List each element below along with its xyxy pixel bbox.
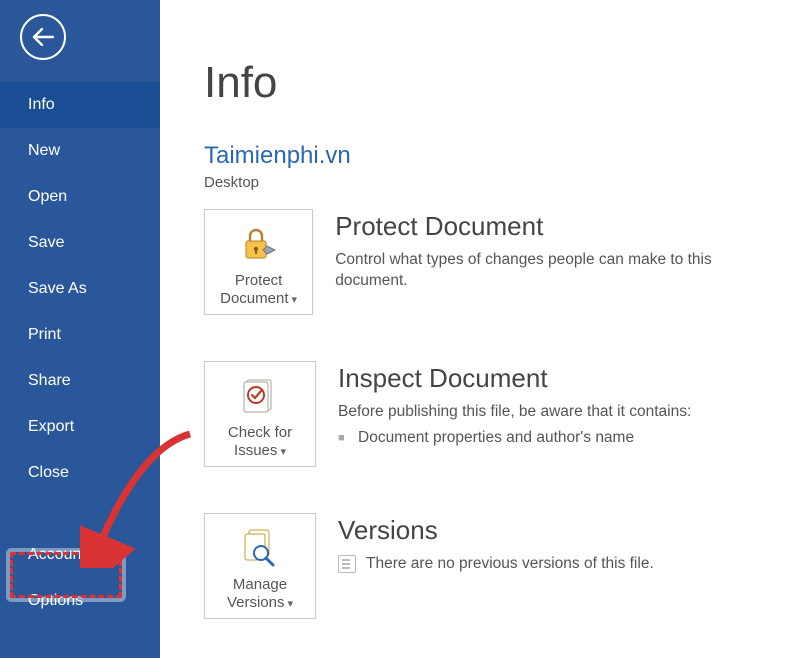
page-title: Info bbox=[204, 58, 776, 108]
inspect-section: Check forIssues Inspect Document Before … bbox=[204, 361, 776, 467]
inspect-description: Before publishing this file, be aware th… bbox=[338, 402, 691, 423]
tile-label-line2: Issues bbox=[234, 442, 286, 459]
checklist-icon bbox=[240, 376, 280, 416]
tile-label-line1: Protect bbox=[235, 272, 283, 289]
back-button[interactable] bbox=[20, 14, 66, 60]
sidebar-item-info[interactable]: Info bbox=[0, 82, 160, 128]
sidebar-item-label: Close bbox=[28, 464, 69, 481]
versions-heading: Versions bbox=[338, 515, 654, 546]
protect-description: Control what types of changes people can… bbox=[335, 250, 776, 292]
protect-section: ProtectDocument Protect Document Control… bbox=[204, 209, 776, 315]
sidebar-item-share[interactable]: Share bbox=[0, 358, 160, 404]
sidebar-item-label: Save As bbox=[28, 280, 87, 297]
inspect-bullets: Document properties and author's name bbox=[338, 429, 691, 447]
sidebar-item-label: Print bbox=[28, 326, 61, 343]
tile-label-line2: Versions bbox=[227, 594, 293, 611]
sidebar-item-label: Info bbox=[28, 96, 55, 113]
versions-description: There are no previous versions of this f… bbox=[366, 554, 654, 575]
sidebar-item-label: New bbox=[28, 142, 60, 159]
sidebar-item-label: Options bbox=[28, 592, 83, 609]
sidebar-item-save-as[interactable]: Save As bbox=[0, 266, 160, 312]
sidebar-item-open[interactable]: Open bbox=[0, 174, 160, 220]
tile-label-line2: Document bbox=[220, 290, 297, 307]
manage-versions-button[interactable]: ManageVersions bbox=[204, 513, 316, 619]
check-issues-button[interactable]: Check forIssues bbox=[204, 361, 316, 467]
sidebar-item-label: Account bbox=[28, 546, 86, 563]
tile-label-line1: Manage bbox=[233, 576, 287, 593]
document-search-icon bbox=[239, 527, 281, 569]
sidebar-item-export[interactable]: Export bbox=[0, 404, 160, 450]
lock-icon bbox=[239, 224, 279, 264]
sidebar-item-label: Open bbox=[28, 188, 67, 205]
sidebar-item-options[interactable]: Options bbox=[0, 578, 160, 624]
sidebar-separator bbox=[0, 496, 160, 532]
sidebar-item-label: Export bbox=[28, 418, 74, 435]
sidebar: Info New Open Save Save As Print Share E… bbox=[0, 0, 160, 658]
inspect-heading: Inspect Document bbox=[338, 363, 691, 394]
sidebar-item-label: Save bbox=[28, 234, 64, 251]
arrow-left-icon bbox=[32, 28, 54, 46]
protect-heading: Protect Document bbox=[335, 211, 776, 242]
sidebar-item-label: Share bbox=[28, 372, 71, 389]
inspect-bullet: Document properties and author's name bbox=[338, 429, 691, 447]
versions-section: ManageVersions Versions There are no pre… bbox=[204, 513, 776, 619]
protect-document-button[interactable]: ProtectDocument bbox=[204, 209, 313, 315]
document-location: Desktop bbox=[204, 174, 776, 191]
sidebar-item-print[interactable]: Print bbox=[0, 312, 160, 358]
sidebar-item-new[interactable]: New bbox=[0, 128, 160, 174]
sidebar-item-save[interactable]: Save bbox=[0, 220, 160, 266]
sidebar-item-close[interactable]: Close bbox=[0, 450, 160, 496]
document-icon bbox=[338, 555, 356, 573]
main-content: Info Taimienphi.vn Desktop ProtectDocume… bbox=[160, 0, 800, 658]
tile-label-line1: Check for bbox=[228, 424, 292, 441]
document-title: Taimienphi.vn bbox=[204, 142, 776, 170]
sidebar-item-account[interactable]: Account bbox=[0, 532, 160, 578]
